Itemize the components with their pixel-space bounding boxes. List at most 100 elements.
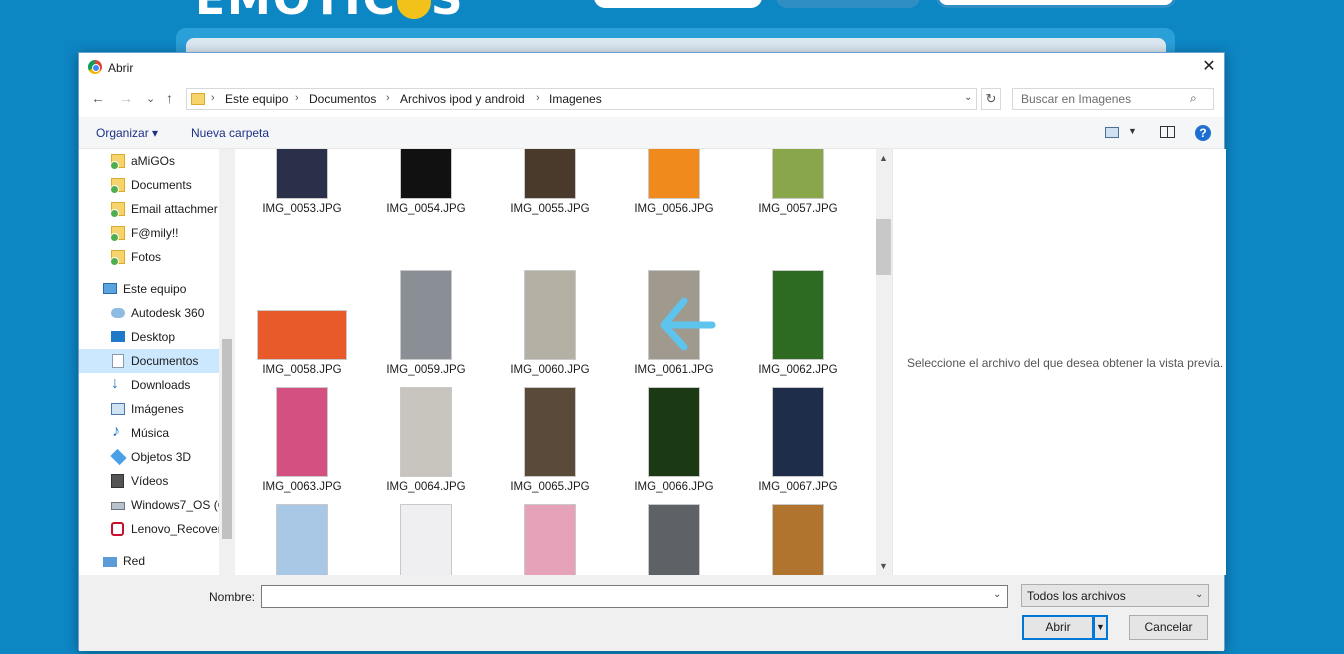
open-button[interactable]: Abrir	[1022, 615, 1094, 640]
preview-pane: Seleccione el archivo del que desea obte…	[892, 149, 1226, 575]
network-icon	[103, 557, 117, 567]
help-icon[interactable]: ?	[1195, 125, 1211, 141]
image-thumbnail	[524, 149, 576, 199]
view-options-icon[interactable]	[1105, 127, 1119, 138]
file-item[interactable]: IMG_0053.JPG	[242, 149, 362, 260]
file-item[interactable]: IMG_0059.JPG	[366, 262, 486, 377]
sidebar-item-label: Documentos	[131, 354, 199, 368]
sidebar-item-fotos[interactable]: Fotos	[79, 245, 219, 269]
chevron-down-icon[interactable]: ▼	[1128, 126, 1137, 136]
file-item[interactable]: IMG_0068.JPG	[242, 496, 362, 575]
scroll-down-icon[interactable]: ▼	[879, 561, 888, 571]
file-item[interactable]: IMG_0064.JPG	[366, 379, 486, 494]
preview-pane-icon[interactable]	[1160, 126, 1175, 138]
breadcrumb-archivos[interactable]: Archivos ipod y android	[400, 92, 525, 106]
breadcrumb-imagenes[interactable]: Imagenes	[549, 92, 602, 106]
dialog-titlebar[interactable]: Abrir ✕	[79, 53, 1224, 82]
image-thumbnail	[772, 149, 824, 199]
file-name: IMG_0062.JPG	[758, 364, 838, 376]
sidebar-item-family[interactable]: F@mily!!	[79, 221, 219, 245]
sidebar-item-musica[interactable]: ♪ Música	[79, 421, 219, 445]
sidebar-item-documentos[interactable]: Documentos	[79, 349, 219, 373]
chevron-down-icon[interactable]: ⌄	[964, 92, 972, 103]
sidebar-item-downloads[interactable]: ↓ Downloads	[79, 373, 219, 397]
cancel-button[interactable]: Cancelar	[1129, 615, 1208, 640]
close-button[interactable]: ✕	[1194, 53, 1224, 82]
sidebar-item-label: F@mily!!	[131, 226, 179, 240]
chevron-down-icon[interactable]: ⌄	[1195, 589, 1203, 600]
file-item[interactable]: IMG_0071.JPG	[614, 496, 734, 575]
file-grid-scroll-thumb[interactable]	[876, 219, 891, 275]
image-thumbnail	[648, 504, 700, 575]
search-input[interactable]: Buscar en Imagenes	[1012, 88, 1214, 110]
chevron-right-icon[interactable]: ›	[211, 92, 215, 104]
sidebar-item-label: aMiGOs	[131, 154, 176, 168]
site-nav-pill[interactable]	[594, 0, 762, 8]
desktop-icon	[111, 331, 125, 342]
file-grid-scrollbar[interactable]: ▲ ▼	[876, 149, 892, 575]
file-item[interactable]: IMG_0063.JPG	[242, 379, 362, 494]
pictures-icon	[111, 403, 125, 415]
image-thumbnail	[257, 310, 347, 360]
site-search-box[interactable]	[936, 0, 1176, 8]
image-thumbnail	[772, 504, 824, 575]
open-options-dropdown[interactable]: ▼	[1094, 615, 1108, 640]
up-arrow-icon[interactable]: ↑	[166, 90, 173, 106]
file-name: IMG_0063.JPG	[262, 481, 342, 493]
file-item[interactable]: IMG_0069.JPG	[366, 496, 486, 575]
file-item[interactable]: IMG_0055.JPG	[490, 149, 610, 260]
forward-arrow-icon[interactable]: →	[119, 90, 133, 106]
filename-input[interactable]	[261, 585, 1008, 608]
file-item[interactable]: IMG_0070.JPG	[490, 496, 610, 575]
chevron-right-icon[interactable]: ›	[295, 92, 299, 104]
file-item[interactable]: IMG_0054.JPG	[366, 149, 486, 260]
sidebar-item-desktop[interactable]: Desktop	[79, 325, 219, 349]
organize-menu[interactable]: Organizar ▾	[96, 126, 158, 140]
chevron-down-icon[interactable]: ⌄	[993, 589, 1001, 600]
file-item[interactable]: IMG_0067.JPG	[738, 379, 858, 494]
back-arrow-icon[interactable]: ←	[91, 90, 105, 106]
objects-3d-icon	[110, 448, 127, 466]
chevron-right-icon[interactable]: ›	[386, 92, 390, 104]
scroll-up-icon[interactable]: ▲	[879, 153, 888, 163]
sidebar-item-label: Vídeos	[131, 474, 169, 488]
sidebar-item-label: Lenovo_Recover	[131, 522, 219, 536]
sidebar-item-red[interactable]: Red	[79, 549, 219, 573]
file-item[interactable]: IMG_0065.JPG	[490, 379, 610, 494]
video-icon	[111, 474, 124, 488]
sidebar-item-imagenes[interactable]: Imágenes	[79, 397, 219, 421]
file-item[interactable]: IMG_0072.JPG	[738, 496, 858, 575]
file-item[interactable]: IMG_0060.JPG	[490, 262, 610, 377]
new-folder-button[interactable]: Nueva carpeta	[191, 126, 269, 140]
sidebar-item-objetos-3d[interactable]: Objetos 3D	[79, 445, 219, 469]
sidebar-item-amigos[interactable]: aMiGOs	[79, 149, 219, 173]
chevron-right-icon[interactable]: ›	[536, 92, 540, 104]
image-thumbnail	[524, 387, 576, 477]
breadcrumb-documentos[interactable]: Documentos	[309, 92, 376, 106]
site-logo: EMOTICS	[195, 0, 465, 25]
file-item[interactable]: IMG_0057.JPG	[738, 149, 858, 260]
sidebar-item-documents[interactable]: Documents	[79, 173, 219, 197]
search-icon[interactable]: ⌕	[1190, 91, 1197, 106]
sidebar-scroll-thumb[interactable]	[222, 339, 232, 539]
file-item[interactable]: IMG_0066.JPG	[614, 379, 734, 494]
sidebar-item-label: Este equipo	[123, 282, 187, 296]
folder-icon	[191, 93, 205, 105]
breadcrumb-este-equipo[interactable]: Este equipo	[225, 92, 288, 106]
sidebar-item-lenovo-recovery[interactable]: Lenovo_Recover	[79, 517, 219, 541]
address-bar[interactable]: › Este equipo › Documentos › Archivos ip…	[186, 88, 977, 110]
sidebar-item-windows7-os[interactable]: Windows7_OS (C	[79, 493, 219, 517]
sidebar-item-autodesk-360[interactable]: Autodesk 360	[79, 301, 219, 325]
file-item[interactable]: IMG_0058.JPG	[242, 262, 362, 377]
sidebar-item-label: Email attachmer	[131, 202, 218, 216]
file-type-select[interactable]: Todos los archivos	[1021, 584, 1209, 607]
sidebar-item-email-attachments[interactable]: Email attachmer	[79, 197, 219, 221]
sidebar-item-videos[interactable]: Vídeos	[79, 469, 219, 493]
recent-locations-icon[interactable]: ⌄	[146, 92, 155, 105]
file-item[interactable]: IMG_0062.JPG	[738, 262, 858, 377]
site-nav-pill[interactable]	[776, 0, 920, 8]
refresh-button[interactable]: ↻	[981, 88, 1001, 110]
sidebar-item-este-equipo[interactable]: Este equipo	[79, 277, 219, 301]
music-icon: ♪	[112, 423, 120, 440]
file-item[interactable]: IMG_0056.JPG	[614, 149, 734, 260]
